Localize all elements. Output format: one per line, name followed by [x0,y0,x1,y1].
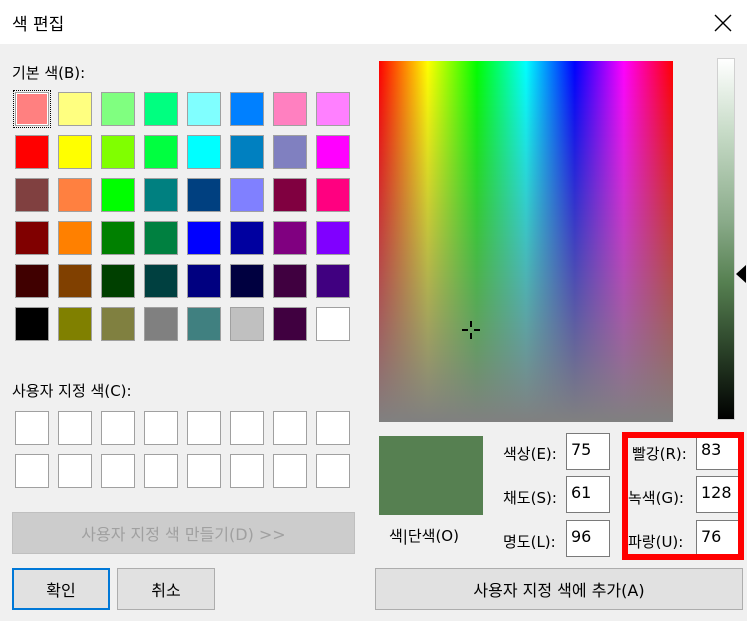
basic-color-swatch[interactable] [144,307,178,341]
basic-color-swatch[interactable] [316,221,350,255]
custom-color-swatch[interactable] [230,411,264,445]
define-custom-colors-button[interactable]: 사용자 지정 색 만들기(D) >> [12,512,355,554]
basic-color-swatch[interactable] [13,90,51,128]
basic-color-swatch[interactable] [273,307,307,341]
basic-color-swatch[interactable] [58,178,92,212]
color-spectrum[interactable] [379,61,673,422]
basic-color-swatch[interactable] [316,307,350,341]
basic-color-swatch[interactable] [101,92,135,126]
basic-color-swatch[interactable] [187,264,221,298]
basic-color-swatch[interactable] [230,264,264,298]
basic-color-swatch[interactable] [58,264,92,298]
rgb-highlight-box [622,432,744,560]
basic-color-swatch[interactable] [15,135,49,169]
basic-color-swatch[interactable] [15,307,49,341]
basic-color-swatch[interactable] [101,264,135,298]
custom-color-swatch[interactable] [273,454,307,488]
color-preview [379,436,483,515]
basic-color-swatch[interactable] [58,307,92,341]
basic-colors-label: 기본 색(B): [12,64,86,82]
basic-color-swatch[interactable] [144,135,178,169]
basic-color-swatch[interactable] [101,307,135,341]
basic-color-swatch[interactable] [144,178,178,212]
window-title: 색 편집 [12,15,65,35]
saturation-input[interactable]: 61 [566,476,610,513]
custom-color-swatch[interactable] [101,411,135,445]
custom-color-swatch[interactable] [187,411,221,445]
cancel-button[interactable]: 취소 [117,568,215,610]
ok-button[interactable]: 확인 [12,568,110,610]
basic-color-swatch[interactable] [101,221,135,255]
basic-color-swatch[interactable] [230,221,264,255]
luminosity-slider[interactable] [717,58,735,420]
basic-color-swatch[interactable] [273,135,307,169]
custom-color-swatch[interactable] [144,454,178,488]
saturation-label: 채도(S): [503,489,557,507]
luminosity-input[interactable]: 96 [566,520,610,557]
close-button[interactable] [706,6,740,40]
basic-color-swatch[interactable] [230,307,264,341]
basic-color-swatch[interactable] [316,264,350,298]
hue-label: 색상(E): [503,445,557,463]
custom-color-swatch[interactable] [101,454,135,488]
custom-color-swatch[interactable] [15,454,49,488]
custom-colors-label: 사용자 지정 색(C): [12,382,132,400]
custom-color-swatch[interactable] [144,411,178,445]
basic-color-swatch[interactable] [187,92,221,126]
custom-color-swatch[interactable] [316,454,350,488]
custom-color-swatch[interactable] [187,454,221,488]
add-to-custom-colors-button[interactable]: 사용자 지정 색에 추가(A) [375,568,743,610]
luminosity-arrow-icon[interactable] [736,265,746,283]
custom-color-swatch[interactable] [316,411,350,445]
basic-color-swatch[interactable] [273,178,307,212]
basic-color-swatch[interactable] [230,135,264,169]
basic-color-swatch[interactable] [187,135,221,169]
basic-color-swatch[interactable] [15,178,49,212]
custom-color-swatch[interactable] [230,454,264,488]
basic-color-swatch[interactable] [144,264,178,298]
basic-color-swatch[interactable] [230,92,264,126]
basic-color-swatch[interactable] [101,135,135,169]
crosshair-icon [462,321,480,339]
basic-color-swatch[interactable] [187,307,221,341]
basic-color-swatch[interactable] [58,92,92,126]
close-icon [714,14,732,32]
basic-color-swatch[interactable] [58,135,92,169]
basic-color-swatch[interactable] [187,178,221,212]
custom-color-swatch[interactable] [273,411,307,445]
luminosity-label: 명도(L): [503,533,556,551]
basic-color-swatch[interactable] [273,92,307,126]
custom-color-swatch[interactable] [15,411,49,445]
basic-color-swatch[interactable] [15,264,49,298]
basic-color-swatch[interactable] [144,92,178,126]
basic-color-swatch[interactable] [187,221,221,255]
basic-color-swatch[interactable] [15,221,49,255]
basic-color-swatch[interactable] [316,92,350,126]
basic-color-swatch[interactable] [316,135,350,169]
basic-color-swatch[interactable] [144,221,178,255]
basic-color-swatch[interactable] [273,221,307,255]
custom-color-swatch[interactable] [58,411,92,445]
basic-color-swatch[interactable] [316,178,350,212]
basic-color-swatch[interactable] [273,264,307,298]
basic-color-swatch[interactable] [230,178,264,212]
basic-color-swatch[interactable] [58,221,92,255]
basic-color-swatch[interactable] [101,178,135,212]
hue-input[interactable]: 75 [566,433,610,470]
custom-color-swatch[interactable] [58,454,92,488]
color-solid-label: 색|단색(O) [389,527,459,545]
